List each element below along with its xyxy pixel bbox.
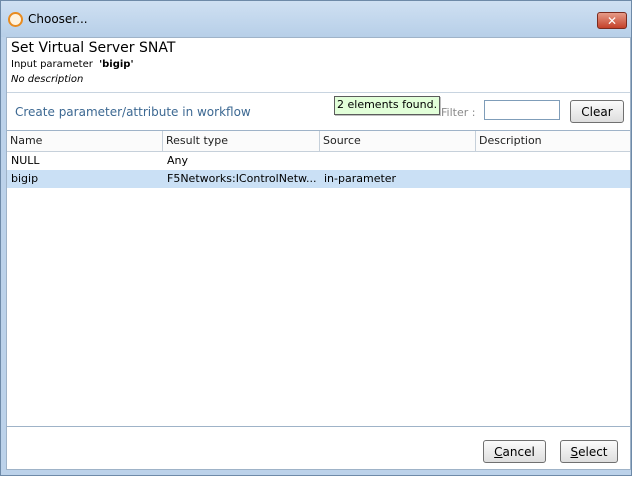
table-header: Name Result type Source Description bbox=[7, 131, 630, 152]
title-bar[interactable]: Chooser... ✕ bbox=[1, 1, 631, 37]
parameter-description: No description bbox=[11, 74, 84, 85]
cell-name: bigip bbox=[11, 172, 39, 185]
input-parameter-label: Input parameter bbox=[11, 59, 93, 70]
column-header-description[interactable]: Description bbox=[476, 131, 630, 151]
chooser-window: Chooser... ✕ Set Virtual Server SNAT Inp… bbox=[0, 0, 632, 476]
select-mnemonic: S bbox=[570, 445, 579, 459]
cell-description bbox=[476, 170, 630, 188]
cell-source bbox=[320, 152, 476, 170]
create-parameter-link[interactable]: Create parameter/attribute in workflow bbox=[15, 105, 251, 119]
cancel-label-rest: ancel bbox=[502, 445, 535, 459]
cell-name: NULL bbox=[11, 154, 40, 167]
column-header-result-type[interactable]: Result type bbox=[163, 131, 320, 151]
cancel-button[interactable]: Cancel bbox=[483, 440, 546, 463]
table-row[interactable]: NULL Any bbox=[7, 152, 630, 170]
close-button[interactable]: ✕ bbox=[597, 12, 627, 29]
cell-result-type: Any bbox=[167, 154, 189, 167]
filter-input[interactable] bbox=[484, 100, 560, 120]
clear-button[interactable]: Clear bbox=[570, 100, 624, 123]
select-button[interactable]: Select bbox=[560, 440, 618, 463]
column-header-source[interactable]: Source bbox=[320, 131, 476, 151]
cancel-mnemonic: C bbox=[494, 445, 503, 459]
results-table: Name Result type Source Description NULL… bbox=[7, 130, 630, 427]
table-row-selected[interactable]: bigip F5Networks:IControlNetw... in-para… bbox=[7, 170, 630, 188]
dialog-content: Set Virtual Server SNAT Input parameter … bbox=[6, 37, 631, 470]
header-divider bbox=[7, 92, 630, 93]
cell-result-type: F5Networks:IControlNetw... bbox=[167, 172, 317, 185]
filter-label: Filter : bbox=[441, 106, 476, 119]
input-parameter-line: Input parameter 'bigip' bbox=[11, 59, 134, 70]
cell-description bbox=[476, 152, 630, 170]
page-title: Set Virtual Server SNAT bbox=[11, 40, 176, 56]
app-logo-icon bbox=[8, 12, 23, 27]
elements-found-tooltip: 2 elements found. bbox=[334, 96, 441, 115]
cell-source: in-parameter bbox=[324, 172, 397, 185]
window-title: Chooser... bbox=[28, 12, 88, 26]
column-header-name[interactable]: Name bbox=[7, 131, 163, 151]
close-icon: ✕ bbox=[606, 14, 618, 28]
input-parameter-value: 'bigip' bbox=[99, 59, 134, 70]
select-label-rest: elect bbox=[578, 445, 608, 459]
